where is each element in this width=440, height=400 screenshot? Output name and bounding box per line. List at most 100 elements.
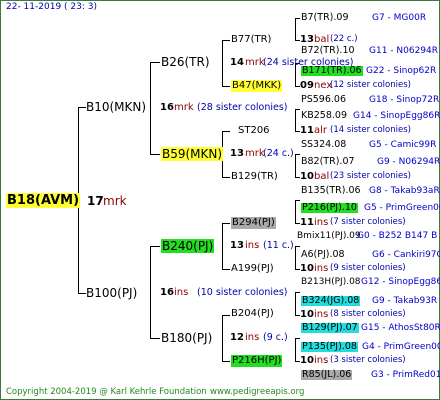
connector	[222, 269, 230, 270]
gen4-group: G11 - N06294R	[369, 46, 439, 56]
connector	[295, 338, 296, 361]
gen4-queen[interactable]: B82(TR).07	[301, 157, 355, 167]
connector	[150, 246, 151, 338]
gen4-group: G0 - B252 B147 B	[357, 231, 438, 241]
gen2-queen[interactable]: B59(MKN)	[161, 147, 224, 161]
gen3-queen[interactable]: B204(PJ)	[231, 309, 274, 319]
connector	[295, 18, 300, 19]
gen4-queen[interactable]: B7(TR).09	[301, 13, 349, 23]
gen2-year: 12	[230, 332, 244, 343]
connector	[222, 315, 223, 361]
gen3-year: 11	[300, 125, 314, 136]
gen4-queen[interactable]: KB258.09	[301, 111, 347, 121]
gen1-sisters: (28 sister colonies)	[197, 102, 288, 113]
connector	[295, 338, 300, 339]
gen3-year: 13	[300, 34, 314, 45]
connector	[222, 223, 230, 224]
connector	[295, 292, 296, 315]
gen1-queen[interactable]: B10(MKN)	[86, 101, 146, 113]
gen3-queen[interactable]: B77(TR)	[231, 35, 271, 45]
gen4-queen[interactable]: R85(JL).06	[301, 370, 353, 380]
connector	[150, 154, 160, 155]
connector	[78, 107, 86, 108]
gen3-queen[interactable]: B129(TR)	[231, 172, 278, 182]
gen3-sisters: (9 sister colonies)	[330, 263, 406, 273]
gen4-queen[interactable]: PS596.06	[301, 95, 346, 105]
gen4-queen[interactable]: B324(JG).08	[301, 296, 361, 306]
gen2-mark: mrk	[245, 148, 265, 159]
connector	[295, 200, 296, 223]
connector	[295, 246, 300, 247]
gen4-queen[interactable]: SS324.08	[301, 140, 346, 150]
gen4-queen[interactable]: P135(PJ).08	[301, 342, 358, 352]
connector	[222, 40, 223, 86]
gen3-mark: bal	[314, 171, 330, 182]
gen3-queen[interactable]: B294(PJ)	[231, 217, 276, 229]
connector	[295, 109, 296, 131]
gen4-queen[interactable]: B129(PJ).07	[301, 323, 359, 333]
gen3-year: 10	[300, 263, 314, 274]
gen4-group: G12 - SinopEgg86R	[361, 277, 440, 287]
gen1-year: 16	[160, 287, 174, 298]
gen4-group: G3 - PrimRed01	[371, 370, 440, 380]
connector	[222, 177, 230, 178]
gen2-year: 13	[230, 240, 244, 251]
connector	[150, 62, 151, 154]
gen4-group: G9 - Takab93R	[372, 296, 438, 306]
gen4-queen[interactable]: B72(TR).10	[301, 46, 355, 56]
footer-copyright: Copyright 2004-2019 @ Karl Kehrle Founda…	[6, 387, 207, 397]
gen1-sisters: (10 sister colonies)	[197, 287, 288, 298]
gen2-queen[interactable]: B26(TR)	[161, 56, 210, 68]
gen2-queen[interactable]: B240(PJ)	[161, 239, 215, 253]
gen3-sisters: (23 sister colonies)	[330, 171, 411, 181]
gen3-sisters: (14 sister colonies)	[330, 125, 411, 135]
connector	[295, 246, 296, 269]
gen3-year: 10	[300, 355, 314, 366]
root-year: 17	[87, 194, 104, 208]
gen2-queen[interactable]: B180(PJ)	[161, 332, 212, 344]
gen1-year: 16	[160, 102, 174, 113]
connector	[295, 292, 300, 293]
connector	[295, 200, 300, 201]
gen4-queen[interactable]: A6(PJ).08	[301, 250, 345, 260]
gen2-mark: ins	[245, 332, 260, 343]
gen2-sisters: (11 c.)	[263, 240, 294, 251]
gen4-group: G14 - SinopEgg86R	[353, 111, 440, 121]
gen1-mark: ins	[174, 287, 189, 298]
gen2-year: 14	[230, 57, 244, 68]
gen3-year: 10	[300, 309, 314, 320]
gen2-sisters: (9 c.)	[263, 332, 288, 343]
gen4-group: G22 - Sinop62R	[366, 66, 437, 76]
gen4-group: G5 - Camic99R	[369, 140, 437, 150]
gen3-queen[interactable]: A199(PJ)	[231, 264, 274, 274]
gen4-queen[interactable]: B171(TR).06	[301, 66, 363, 76]
gen4-queen[interactable]: B213H(PJ).08	[301, 278, 361, 287]
footer-site[interactable]: www.pedigreeapis.org	[210, 388, 304, 397]
gen4-group: G9 - N06294R	[377, 157, 440, 167]
gen3-year: 10	[300, 171, 314, 182]
gen4-group: G7 - MG00R	[372, 13, 427, 23]
gen3-year: 09	[300, 80, 314, 91]
gen4-queen[interactable]: P216(PJ).10	[301, 203, 358, 213]
gen3-sisters: (3 sister colonies)	[330, 355, 406, 365]
gen4-queen[interactable]: B135(TR).06	[301, 186, 361, 196]
gen3-queen[interactable]: ST206	[238, 126, 270, 136]
gen3-mark: ins	[314, 355, 329, 366]
gen3-sisters: (12 sister colonies)	[330, 80, 411, 90]
root-queen[interactable]: B18(AVM)	[6, 193, 81, 208]
gen4-queen[interactable]: Bmix11(PJ).09	[297, 232, 361, 241]
gen3-mark: ins	[314, 263, 329, 274]
gen1-queen[interactable]: B100(PJ)	[86, 287, 137, 299]
gen3-mark: ins	[314, 217, 329, 228]
gen3-mark: ins	[314, 309, 329, 320]
gen3-queen[interactable]: B47(MKK)	[231, 80, 283, 92]
gen4-group: G6 - Cankiri97Q	[372, 250, 440, 260]
connector	[222, 40, 230, 41]
gen4-group: G18 - Sinop72R	[369, 95, 440, 105]
gen4-group: G5 - PrimGreen00	[364, 203, 440, 213]
gen3-sisters: (8 sister colonies)	[330, 309, 406, 319]
connector	[295, 18, 296, 40]
gen2-mark: mrk	[245, 57, 265, 68]
gen3-mark: alr	[314, 125, 328, 136]
gen3-queen[interactable]: P216H(PJ)	[231, 355, 283, 367]
